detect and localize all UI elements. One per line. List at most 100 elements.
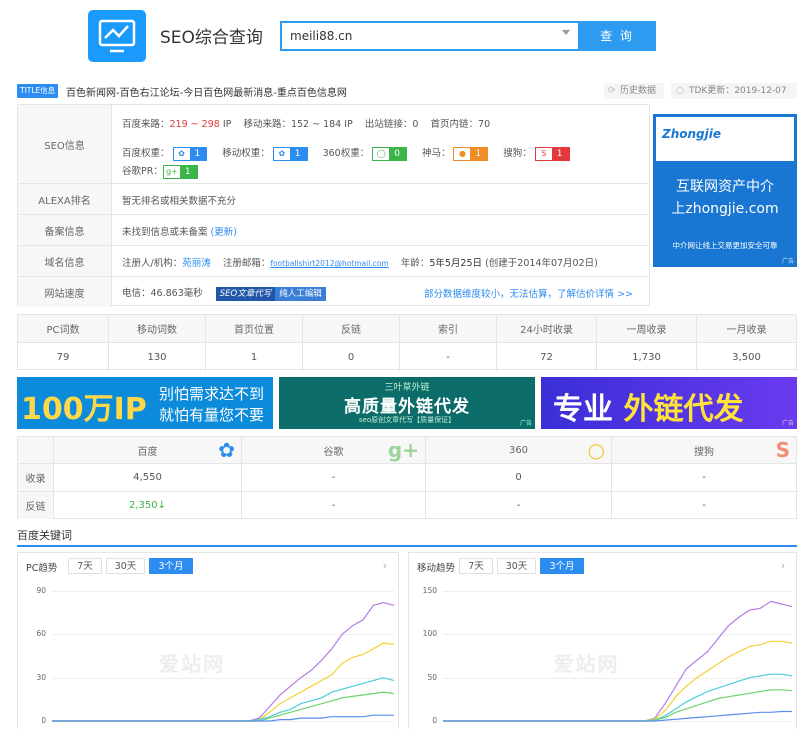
traffic-line: 百度来路：219 ~ 298 IP 移动来路：152 ~ 184 IP 出站链接… [122, 119, 491, 130]
stats-header: 首页位置 [206, 315, 303, 343]
row-label: 域名信息 [18, 246, 112, 276]
keywords-divider [17, 545, 797, 547]
speed-row: 网站速度 电信：46.863毫秒 SEO文章代写 纯人工编辑 部分数据维度较小，无… [18, 277, 649, 307]
360-search-icon: ○ [587, 438, 605, 462]
seo-info-row: SEO信息 百度来路：219 ~ 298 IP 移动来路：152 ~ 184 I… [18, 105, 649, 184]
row-label: 备案信息 [18, 215, 112, 245]
sogou-icon: S [535, 147, 552, 160]
banner-pro-links[interactable]: 专业 外链代发 广告 [541, 377, 797, 429]
estimate-detail-link[interactable]: 部分数据维度较小，无法估算，了解估价详情 >> [424, 286, 633, 300]
baidu-weight-badge[interactable]: ✿ 1 [172, 146, 208, 161]
engine-header: 搜狗 S [612, 437, 796, 464]
mobile-weight-badge[interactable]: ✿ 1 [272, 146, 308, 161]
stats-value: 79 [18, 343, 109, 371]
icp-value: 未找到信息或未备案 (更新) [122, 227, 237, 238]
icp-update-link[interactable]: (更新) [211, 227, 237, 238]
google-plus-icon: g+ [387, 438, 419, 462]
paw-icon: ✿ [273, 147, 290, 160]
series-line-0 [443, 600, 793, 722]
history-data-button[interactable]: ⟳ 历史数据 [604, 83, 664, 99]
stats-header: 索引 [400, 315, 497, 343]
registrant-link[interactable]: 苑丽涛 [182, 258, 211, 269]
shenma-weight-badge[interactable]: ● 1 [453, 146, 489, 161]
site-logo[interactable] [88, 10, 146, 62]
engine-backlink-value: - [242, 492, 426, 519]
alexa-value: 暂无排名或相关数据不充分 [122, 196, 237, 207]
series-line-3 [443, 689, 793, 722]
banner-100w-ip[interactable]: 100万IP 别怕需求达不到 就怕有量您不要 [17, 377, 273, 429]
stats-value: 72 [497, 343, 597, 371]
engine-table: 百度 ✿ 谷歌 g+ 360 ○ 搜狗 S 收录 4,550-0- 反链 2,350 ↓ - - - [17, 436, 797, 519]
stats-header: 24小时收录 [497, 315, 597, 343]
ad-line2: 上zhongjie.com [671, 201, 779, 217]
domain-info: 注册人/机构：苑丽涛 注册邮箱：footballshirt2012@hotmai… [122, 258, 598, 269]
weight-line: 百度权重： ✿ 1 移动权重： ✿ 1 360权重： ◯ 0 神马： ● 1 搜狗： S 1 [122, 145, 582, 161]
seo-info-table: SEO信息 百度来路：219 ~ 298 IP 移动来路：152 ~ 184 I… [17, 104, 650, 307]
engine-index-value: 0 [426, 464, 612, 492]
banner-clover-links[interactable]: 三叶草外链 高质量外链代发 seo原创文章代写【质量保证】 广告 [279, 377, 535, 429]
search-box [280, 21, 578, 51]
engine-index-value: - [242, 464, 426, 492]
keywords-title: 百度关键词 [17, 529, 72, 542]
engine-index-value: - [612, 464, 796, 492]
zhongjie-ad[interactable]: Zhongjie 互联网资产中介 上zhongjie.com 中介网让线上交易更… [653, 114, 797, 267]
stats-header: 一周收录 [597, 315, 697, 343]
mobile-traffic: 152 ~ 184 [290, 119, 342, 130]
chevron-down-icon[interactable] [562, 30, 570, 35]
series-line-0 [52, 601, 395, 722]
engine-backlink-value: 2,350 ↓ [54, 492, 242, 519]
engine-index-value: 4,550 [54, 464, 242, 492]
banner-big-text: 100万IP [21, 392, 147, 427]
banner-bottom: seo原创文章代写【质量保证】 [358, 416, 456, 424]
page-title: SEO综合查询 [160, 28, 263, 48]
row-label: ALEXA排名 [18, 184, 112, 214]
trend-chart [443, 600, 793, 722]
paw-icon: ✿ [173, 147, 190, 160]
stats-header: 反链 [303, 315, 400, 343]
pc-trend-panel: PC趋势 › 7天 30天 3个月 90 60 30 0 爱站网 [17, 552, 399, 729]
banner-line2: 就怕有量您不要 [159, 406, 265, 424]
title-tag: TITLE信息 [17, 84, 59, 98]
tdk-update-button[interactable]: ○ TDK更新：2019-12-07 [671, 83, 797, 99]
google-pr-badge[interactable]: g+ 1 [162, 164, 198, 179]
series-line-2 [52, 677, 395, 722]
series-line-4 [52, 714, 394, 722]
ad-logo-area: Zhongjie [653, 114, 797, 164]
stats-header: PC词数 [18, 315, 109, 343]
row-label: 收录 [18, 464, 54, 492]
baidu-traffic: 219 ~ 298 [169, 119, 220, 130]
stats-header: 一月收录 [697, 315, 796, 343]
ad-mark: 广告 [781, 420, 794, 427]
sogou-icon: S [775, 438, 790, 462]
domain-row: 域名信息 注册人/机构：苑丽涛 注册邮箱：footballshirt2012@h… [18, 246, 649, 277]
alexa-row: ALEXA排名 暂无排名或相关数据不充分 [18, 184, 649, 215]
icp-row: 备案信息 未找到信息或未备案 (更新) [18, 215, 649, 246]
refresh-icon: ⟳ [608, 86, 616, 96]
baidu-paw-icon: ✿ [218, 438, 235, 462]
sogou-weight-badge[interactable]: S1 [534, 146, 570, 161]
speed-value: 电信：46.863毫秒 SEO文章代写 纯人工编辑 [122, 285, 326, 301]
chart-monitor-icon [98, 19, 136, 53]
seo-writing-ad[interactable]: SEO文章代写 纯人工编辑 [215, 286, 326, 301]
banner-mid: 高质量外链代发 [344, 397, 470, 417]
google-plus-icon: g+ [163, 165, 180, 178]
engine-header: 360 ○ [426, 437, 612, 464]
stats-table: PC词数 79 移动词数 130 首页位置 1 反链 0 索引 -24小时收录 72 一周收录 1,73… [17, 314, 797, 371]
search-button[interactable]: 查 询 [578, 21, 656, 51]
ad-mark: 广告 [781, 258, 794, 265]
email-link[interactable]: footballshirt2012@hotmail.com [270, 259, 388, 268]
ad-line3: 中介网让线上交易更加安全可靠 [672, 241, 778, 250]
arrow-down-icon: ↓ [157, 500, 167, 511]
pr-line: 谷歌PR： g+ 1 [122, 163, 210, 179]
stats-value: 1,730 [597, 343, 697, 371]
stats-header: 移动词数 [109, 315, 206, 343]
search-input[interactable] [282, 23, 578, 49]
engine-backlink-value: - [702, 500, 706, 511]
stats-value: - [400, 343, 497, 371]
360-weight-badge[interactable]: ◯ 0 [372, 146, 407, 161]
corner-cell [18, 437, 54, 464]
trend-chart [52, 601, 395, 722]
engine-header: 百度 ✿ [54, 437, 242, 464]
mobile-trend-panel: 移动趋势 › 7天 30天 3个月 150 100 50 0 爱站网 [408, 552, 797, 729]
stats-value: 0 [303, 343, 400, 371]
